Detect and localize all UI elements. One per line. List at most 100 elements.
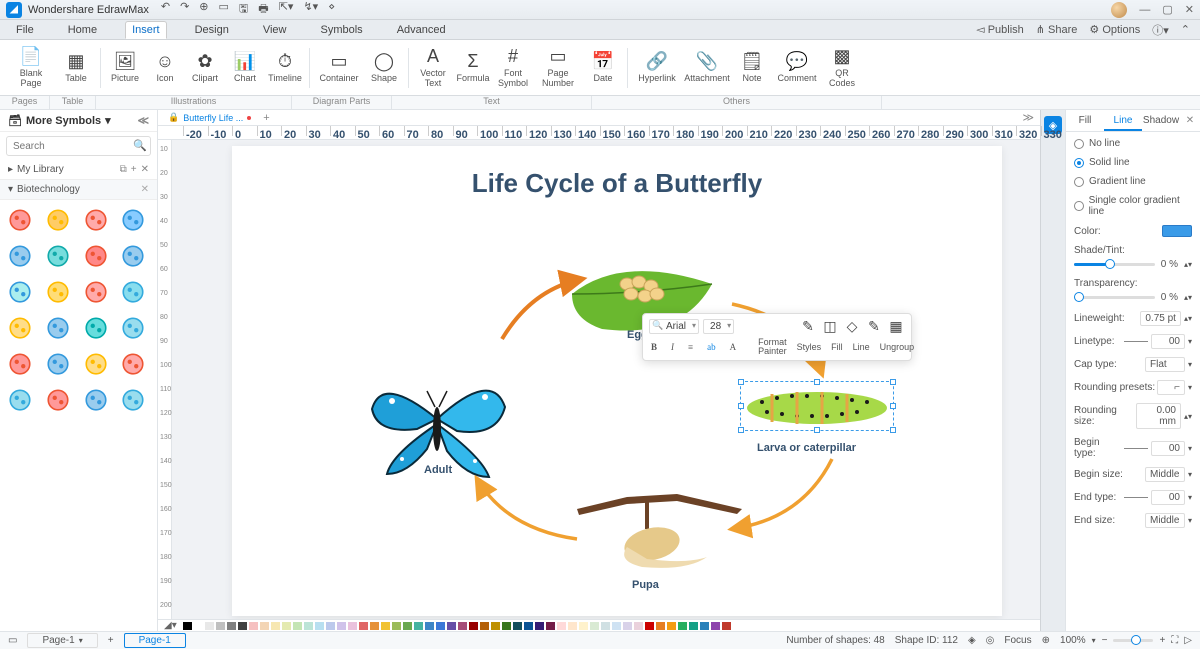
help-icon[interactable]: ⓘ▾ (1152, 22, 1169, 38)
ribbon-vector-text[interactable]: AVector Text (413, 44, 453, 92)
palette-swatch[interactable] (183, 622, 192, 630)
fill-label[interactable]: Fill (831, 342, 843, 352)
palette-swatch[interactable] (216, 622, 225, 630)
redo-icon[interactable]: ↷ (180, 0, 189, 19)
symbol-item[interactable] (44, 314, 72, 342)
add-tab-icon[interactable]: + (263, 112, 269, 124)
new-icon[interactable]: ⊕ (199, 0, 208, 19)
export-icon[interactable]: ⇱▾ (279, 0, 294, 19)
ribbon-hyperlink[interactable]: 🔗Hyperlink (632, 44, 682, 92)
palette-swatch[interactable] (458, 622, 467, 630)
ribbon-date[interactable]: 📅Date (583, 44, 623, 92)
symbol-item[interactable] (82, 242, 110, 270)
ribbon-comment[interactable]: 💬Comment (772, 44, 822, 92)
tab-line[interactable]: Line (1104, 110, 1142, 131)
styles-label[interactable]: Styles (797, 342, 822, 352)
palette-swatch[interactable] (249, 622, 258, 630)
palette-swatch[interactable] (238, 622, 247, 630)
save-icon[interactable]: 🖫 (239, 0, 248, 19)
symbol-item[interactable] (44, 206, 72, 234)
palette-swatch[interactable] (315, 622, 324, 630)
radio-single-gradient[interactable]: Single color gradient line (1074, 195, 1192, 217)
palette-swatch[interactable] (711, 622, 720, 630)
ribbon-blank-page[interactable]: 📄Blank Page (6, 44, 56, 92)
share-button[interactable]: ⋔ Share (1036, 23, 1078, 36)
ungroup-icon[interactable]: ▦ (887, 318, 905, 335)
canvas[interactable]: Life Cycle of a Butterfly Egg (172, 140, 1040, 619)
palette-swatch[interactable] (623, 622, 632, 630)
palette-swatch[interactable] (557, 622, 566, 630)
category-row[interactable]: ▾ Biotechnology ✕ (0, 180, 157, 200)
menu-design[interactable]: Design (189, 22, 235, 38)
symbol-item[interactable] (119, 350, 147, 378)
line-icon[interactable]: ✎ (865, 318, 883, 335)
ribbon-font-symbol[interactable]: #Font Symbol (493, 44, 533, 92)
align-button[interactable]: ≡ (686, 342, 695, 352)
symbol-item[interactable] (6, 206, 34, 234)
palette-swatch[interactable] (634, 622, 643, 630)
ribbon-timeline[interactable]: ⏱Timeline (265, 44, 305, 92)
copy-icon[interactable]: ⧉ (120, 164, 127, 175)
palette-swatch[interactable] (304, 622, 313, 630)
ungroup-label[interactable]: Ungroup (880, 342, 915, 352)
radio-solid-line[interactable]: Solid line (1074, 157, 1192, 168)
palette-swatch[interactable] (326, 622, 335, 630)
more-icon[interactable]: ⋄ (328, 0, 335, 19)
zoom-slider[interactable] (1113, 639, 1153, 642)
menu-symbols[interactable]: Symbols (315, 22, 369, 38)
palette-swatch[interactable] (436, 622, 445, 630)
ribbon-shape[interactable]: ◯Shape (364, 44, 404, 92)
symbol-item[interactable] (119, 206, 147, 234)
my-library-row[interactable]: ▸ My Library ⧉+✕ (0, 160, 157, 180)
lib-close-icon[interactable]: ✕ (141, 164, 149, 175)
palette-swatch[interactable] (656, 622, 665, 630)
panel-close-icon[interactable]: ✕ (1180, 110, 1200, 131)
symbol-item[interactable] (44, 386, 72, 414)
symbol-item[interactable] (82, 314, 110, 342)
ribbon-icon[interactable]: ☺Icon (145, 44, 185, 92)
palette-swatch[interactable] (403, 622, 412, 630)
menu-advanced[interactable]: Advanced (391, 22, 452, 38)
symbol-item[interactable] (6, 386, 34, 414)
symbol-item[interactable] (6, 314, 34, 342)
ribbon-note[interactable]: 🗒Note (732, 44, 772, 92)
font-selector[interactable]: Arial (649, 319, 699, 334)
format-painter-icon[interactable]: ✎ (799, 318, 817, 335)
palette-swatch[interactable] (337, 622, 346, 630)
palette-swatch[interactable] (359, 622, 368, 630)
italic-button[interactable]: I (669, 342, 676, 352)
ribbon-formula[interactable]: ΣFormula (453, 44, 493, 92)
layers-icon[interactable]: ◈ (968, 635, 976, 646)
symbol-item[interactable] (6, 350, 34, 378)
radio-no-line[interactable]: No line (1074, 138, 1192, 149)
format-painter-label[interactable]: Format Painter (758, 338, 787, 356)
line-label[interactable]: Line (853, 342, 870, 352)
palette-swatch[interactable] (590, 622, 599, 630)
palette-picker-icon[interactable]: ◢▾ (164, 620, 177, 631)
palette-swatch[interactable] (260, 622, 269, 630)
palette-swatch[interactable] (491, 622, 500, 630)
palette-swatch[interactable] (227, 622, 236, 630)
options-button[interactable]: ⚙ Options (1089, 23, 1140, 36)
palette-swatch[interactable] (667, 622, 676, 630)
symbol-item[interactable] (82, 350, 110, 378)
color-swatch[interactable] (1162, 225, 1192, 237)
color-button[interactable]: ab (705, 342, 718, 352)
search-icon[interactable]: 🔍 (133, 139, 147, 152)
palette-swatch[interactable] (447, 622, 456, 630)
palette-swatch[interactable] (381, 622, 390, 630)
close-icon[interactable]: ✕ (1185, 3, 1194, 16)
menu-view[interactable]: View (257, 22, 293, 38)
palette-swatch[interactable] (194, 622, 203, 630)
palette-swatch[interactable] (293, 622, 302, 630)
ribbon-qr-codes[interactable]: ▩QR Codes (822, 44, 862, 92)
maximize-icon[interactable]: ▢ (1162, 3, 1172, 16)
symbol-item[interactable] (44, 350, 72, 378)
cat-close-icon[interactable]: ✕ (141, 184, 149, 195)
palette-swatch[interactable] (645, 622, 654, 630)
palette-swatch[interactable] (469, 622, 478, 630)
tab-fill[interactable]: Fill (1066, 110, 1104, 131)
palette-swatch[interactable] (282, 622, 291, 630)
symbol-item[interactable] (44, 278, 72, 306)
undo-icon[interactable]: ↶ (161, 0, 170, 19)
